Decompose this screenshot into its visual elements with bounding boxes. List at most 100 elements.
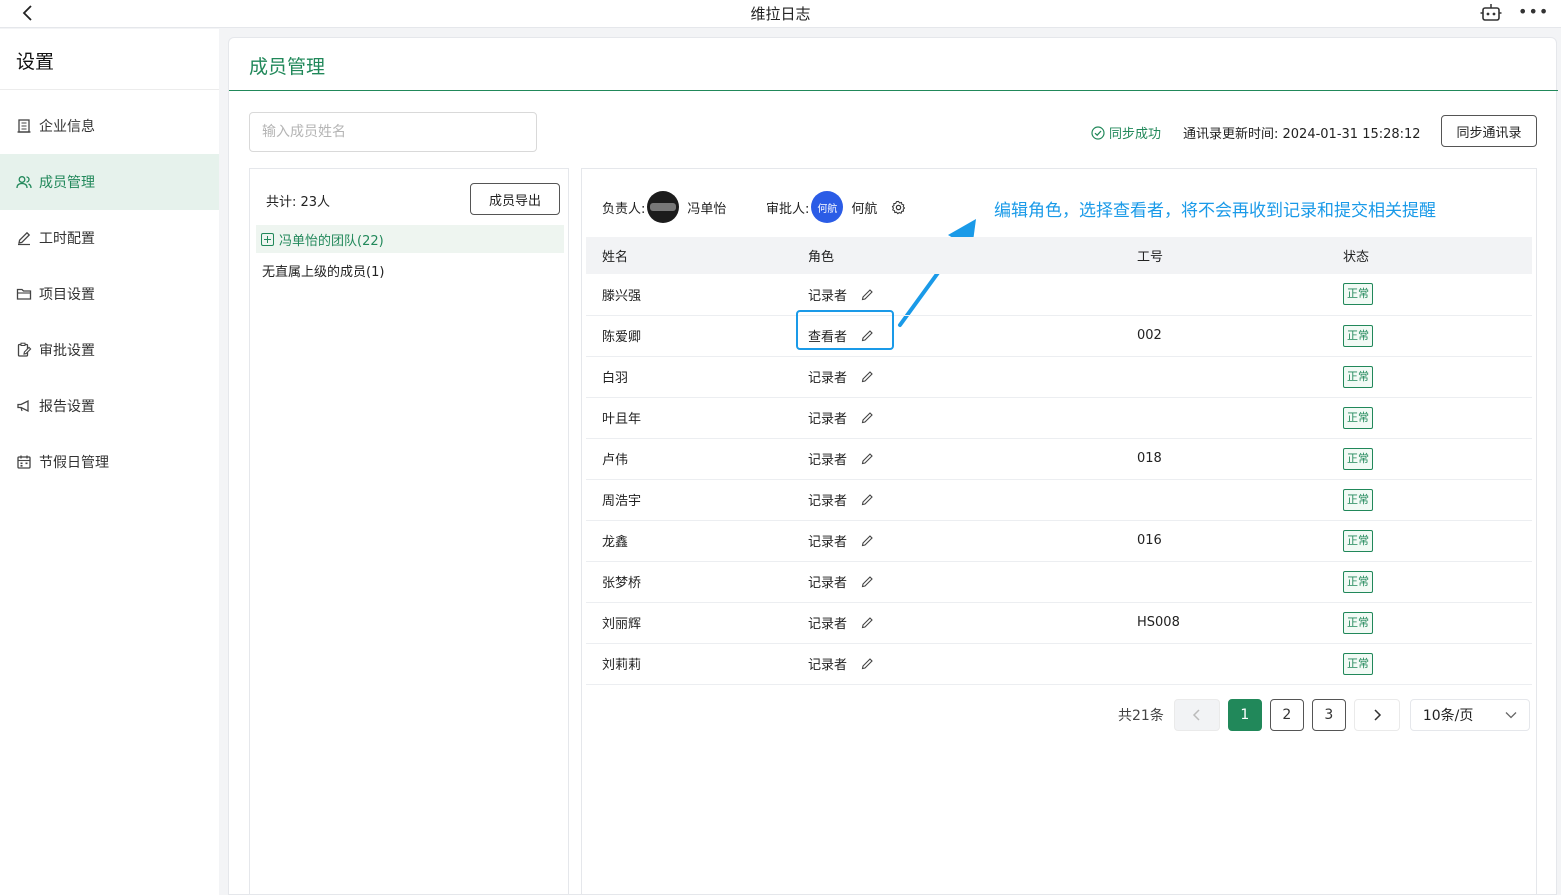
- member-role: 记录者: [808, 367, 874, 386]
- member-name: 龙鑫: [602, 535, 629, 550]
- owner-label: 负责人:: [602, 201, 646, 217]
- org-tree-panel: 共计: 23人 成员导出 冯单怡的团队(22) 无直属上级的成员(1): [249, 168, 569, 895]
- approver-avatar: 何航: [811, 191, 844, 223]
- edit-pencil-icon[interactable]: [861, 329, 874, 342]
- member-name: 刘丽辉: [602, 617, 642, 632]
- sidebar-item-member-management[interactable]: 成员管理: [0, 154, 219, 210]
- status-badge: 正常: [1343, 283, 1373, 306]
- role-label: 查看者: [808, 330, 848, 345]
- member-employee-id: [1121, 274, 1327, 315]
- table-row: 叶且年 记录者 正常: [586, 397, 1532, 438]
- member-employee-id: 002: [1137, 328, 1162, 343]
- role-label: 记录者: [808, 412, 848, 427]
- edit-pencil-icon[interactable]: [861, 657, 874, 670]
- gear-icon[interactable]: [891, 200, 906, 215]
- pencil-icon: [18, 231, 31, 246]
- next-page-button[interactable]: [1353, 699, 1400, 731]
- member-employee-id: [1121, 356, 1327, 397]
- tree-node-team[interactable]: 冯单怡的团队(22): [256, 225, 564, 253]
- tree-node-label: 冯单怡的团队(22): [279, 233, 384, 249]
- status-badge: 正常: [1343, 447, 1373, 470]
- sidebar-item-label: 报告设置: [39, 399, 95, 415]
- sidebar-item-project-settings[interactable]: 项目设置: [0, 266, 219, 322]
- role-label: 记录者: [808, 535, 848, 550]
- edit-pencil-icon[interactable]: [861, 493, 874, 506]
- edit-pencil-icon[interactable]: [861, 370, 874, 383]
- member-role: 记录者: [808, 490, 874, 509]
- status-badge: 正常: [1343, 365, 1373, 388]
- chevron-right-icon: [1374, 709, 1381, 721]
- sidebar-item-company-info[interactable]: 企业信息: [0, 98, 219, 154]
- export-members-button[interactable]: 成员导出: [470, 183, 560, 215]
- robot-icon[interactable]: [1480, 3, 1502, 23]
- page-button-2[interactable]: 2: [1269, 699, 1304, 731]
- building-icon: [17, 119, 31, 133]
- page-button-3[interactable]: 3: [1311, 699, 1346, 731]
- sidebar-item-report-settings[interactable]: 报告设置: [0, 378, 219, 434]
- pagination-total: 共21条: [1118, 708, 1164, 724]
- sidebar-item-label: 节假日管理: [39, 455, 109, 471]
- approver-label: 审批人:: [766, 201, 810, 217]
- sidebar-item-label: 企业信息: [39, 119, 95, 135]
- sidebar-title: 设置: [16, 51, 55, 73]
- member-name: 叶且年: [602, 412, 642, 427]
- member-name: 周浩宇: [602, 494, 642, 509]
- member-search-input[interactable]: [249, 112, 537, 152]
- approver-info: 审批人: 何航 何航: [766, 191, 906, 223]
- role-label: 记录者: [808, 288, 848, 304]
- sync-contacts-button[interactable]: 同步通讯录: [1441, 115, 1537, 147]
- edit-pencil-icon[interactable]: [861, 411, 874, 424]
- member-role: 记录者: [808, 408, 874, 427]
- column-header-status: 状态: [1343, 250, 1370, 265]
- title-bar: 维拉日志 •••: [0, 0, 1561, 28]
- member-employee-id: HS008: [1137, 615, 1180, 630]
- edit-pencil-icon[interactable]: [861, 575, 874, 588]
- megaphone-icon: [17, 399, 29, 413]
- member-role: 记录者: [808, 572, 874, 591]
- table-row: 周浩宇 记录者 正常: [586, 479, 1532, 520]
- sidebar-divider: [0, 89, 219, 90]
- edit-pencil-icon[interactable]: [861, 288, 874, 301]
- member-role: 记录者: [808, 613, 874, 632]
- chevron-down-icon: [1505, 712, 1517, 719]
- member-employee-id: 018: [1137, 451, 1162, 466]
- more-options-icon[interactable]: •••: [1518, 2, 1548, 22]
- page-button-1[interactable]: 1: [1227, 699, 1262, 731]
- owner-name: 冯单怡: [687, 201, 727, 217]
- sidebar-item-label: 工时配置: [39, 231, 95, 247]
- table-row: 陈爱卿 查看者 002 正常: [586, 310, 1532, 356]
- pagination: 共21条 1 2 3 10条/页: [1118, 699, 1530, 731]
- table-row: 卢伟 记录者 018 正常: [586, 438, 1532, 479]
- member-employee-id: [1121, 561, 1327, 602]
- edit-pencil-icon[interactable]: [861, 452, 874, 465]
- sidebar-item-work-hours[interactable]: 工时配置: [0, 210, 219, 266]
- member-employee-id: 016: [1137, 533, 1162, 548]
- page-size-value: 10条/页: [1422, 708, 1474, 724]
- edit-pencil-icon[interactable]: [861, 616, 874, 629]
- sidebar-item-approval-settings[interactable]: 审批设置: [0, 322, 219, 378]
- member-employee-id: [1121, 643, 1327, 684]
- status-badge: 正常: [1343, 488, 1373, 511]
- page-title: 成员管理: [249, 56, 326, 78]
- prev-page-button[interactable]: [1173, 699, 1220, 731]
- member-name: 滕兴强: [602, 288, 642, 304]
- settings-sidebar: 设置 企业信息 成员管理 工时配置 项目设置 审批设置 报告设置 节假日管理: [0, 29, 219, 895]
- page-size-select[interactable]: 10条/页: [1409, 699, 1530, 731]
- sidebar-item-label: 成员管理: [39, 175, 95, 191]
- column-header-employee-id: 工号: [1137, 250, 1164, 265]
- sync-status: 同步成功: [1091, 123, 1161, 142]
- edit-pencil-icon[interactable]: [861, 534, 874, 547]
- member-name: 卢伟: [602, 453, 629, 468]
- table-row: 刘丽辉 记录者 HS008 正常: [586, 602, 1532, 643]
- status-badge: 正常: [1343, 652, 1373, 675]
- expand-icon[interactable]: [261, 232, 274, 246]
- calendar-icon: [17, 455, 31, 469]
- role-label: 记录者: [808, 453, 848, 468]
- main-content: 成员管理 同步成功 通讯录更新时间: 2024-01-31 15:28:12 同…: [228, 37, 1558, 895]
- tree-node-no-supervisor[interactable]: 无直属上级的成员(1): [262, 261, 384, 280]
- clipboard-edit-icon: [17, 342, 32, 357]
- member-total: 共计: 23人: [266, 195, 331, 210]
- role-label: 记录者: [808, 371, 848, 386]
- sidebar-item-holiday-management[interactable]: 节假日管理: [0, 434, 219, 490]
- member-role: 记录者: [808, 531, 874, 550]
